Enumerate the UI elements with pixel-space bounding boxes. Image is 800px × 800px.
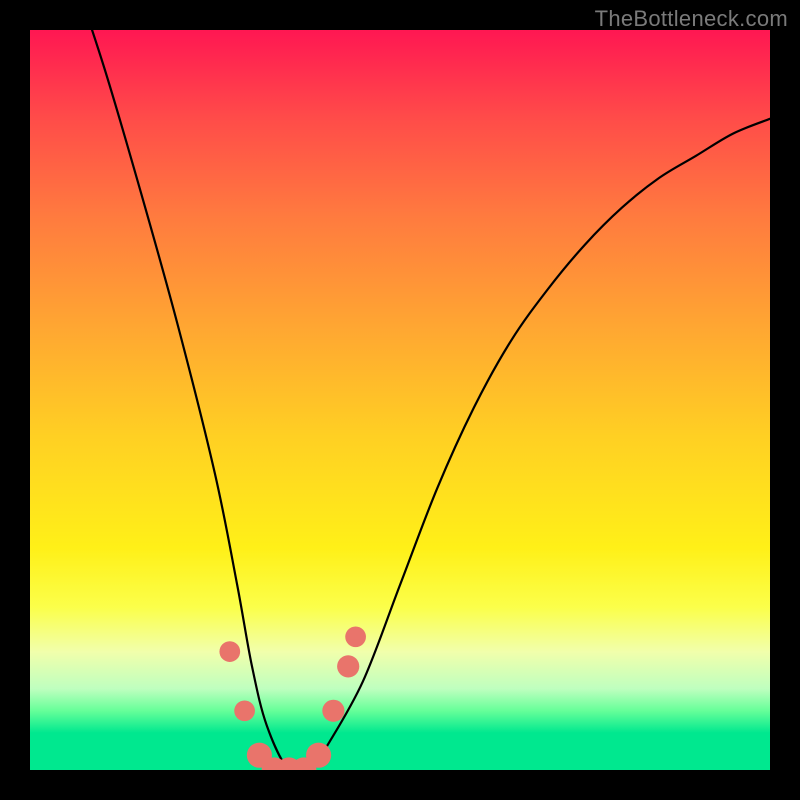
curve-marker [234,700,255,721]
curve-marker [345,626,366,647]
bottleneck-curve [30,30,770,770]
curve-marker [219,641,240,662]
curve-markers [219,626,366,770]
curve-marker [337,655,359,677]
bottleneck-chart-svg [30,30,770,770]
watermark-text: TheBottleneck.com [595,6,788,32]
curve-marker [322,700,344,722]
curve-marker [306,743,331,768]
chart-plot-area [30,30,770,770]
